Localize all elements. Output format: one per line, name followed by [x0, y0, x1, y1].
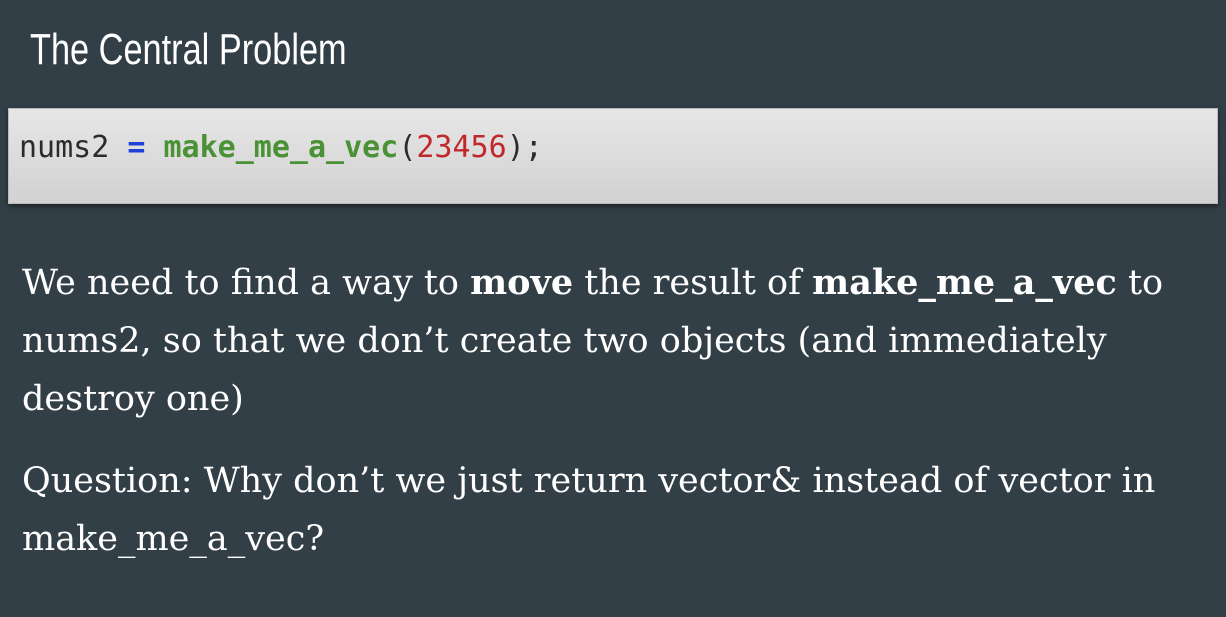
body-paragraph-question: Question: Why don’t we just return vecto… [22, 461, 1156, 559]
code-function-name: make_me_a_vec [163, 130, 399, 165]
code-number-literal: 23456 [416, 130, 507, 165]
paragraph-text: We need to find a way to [22, 263, 471, 303]
emphasis-function-name: make_me_a_vec [812, 262, 1117, 303]
code-line: nums2 = make_me_a_vec(23456); [19, 130, 543, 166]
paragraph-text: the result of [573, 263, 813, 303]
code-open-paren: ( [398, 130, 417, 165]
slide-title: The Central Problem [30, 25, 347, 74]
code-close-paren: ); [506, 130, 543, 165]
code-block: nums2 = make_me_a_vec(23456); [8, 108, 1218, 204]
emphasis-move: move [470, 262, 574, 303]
code-variable: nums2 [19, 130, 110, 165]
body-paragraph-move: We need to find a way to move the result… [22, 254, 1202, 428]
code-operator: = [127, 130, 146, 165]
